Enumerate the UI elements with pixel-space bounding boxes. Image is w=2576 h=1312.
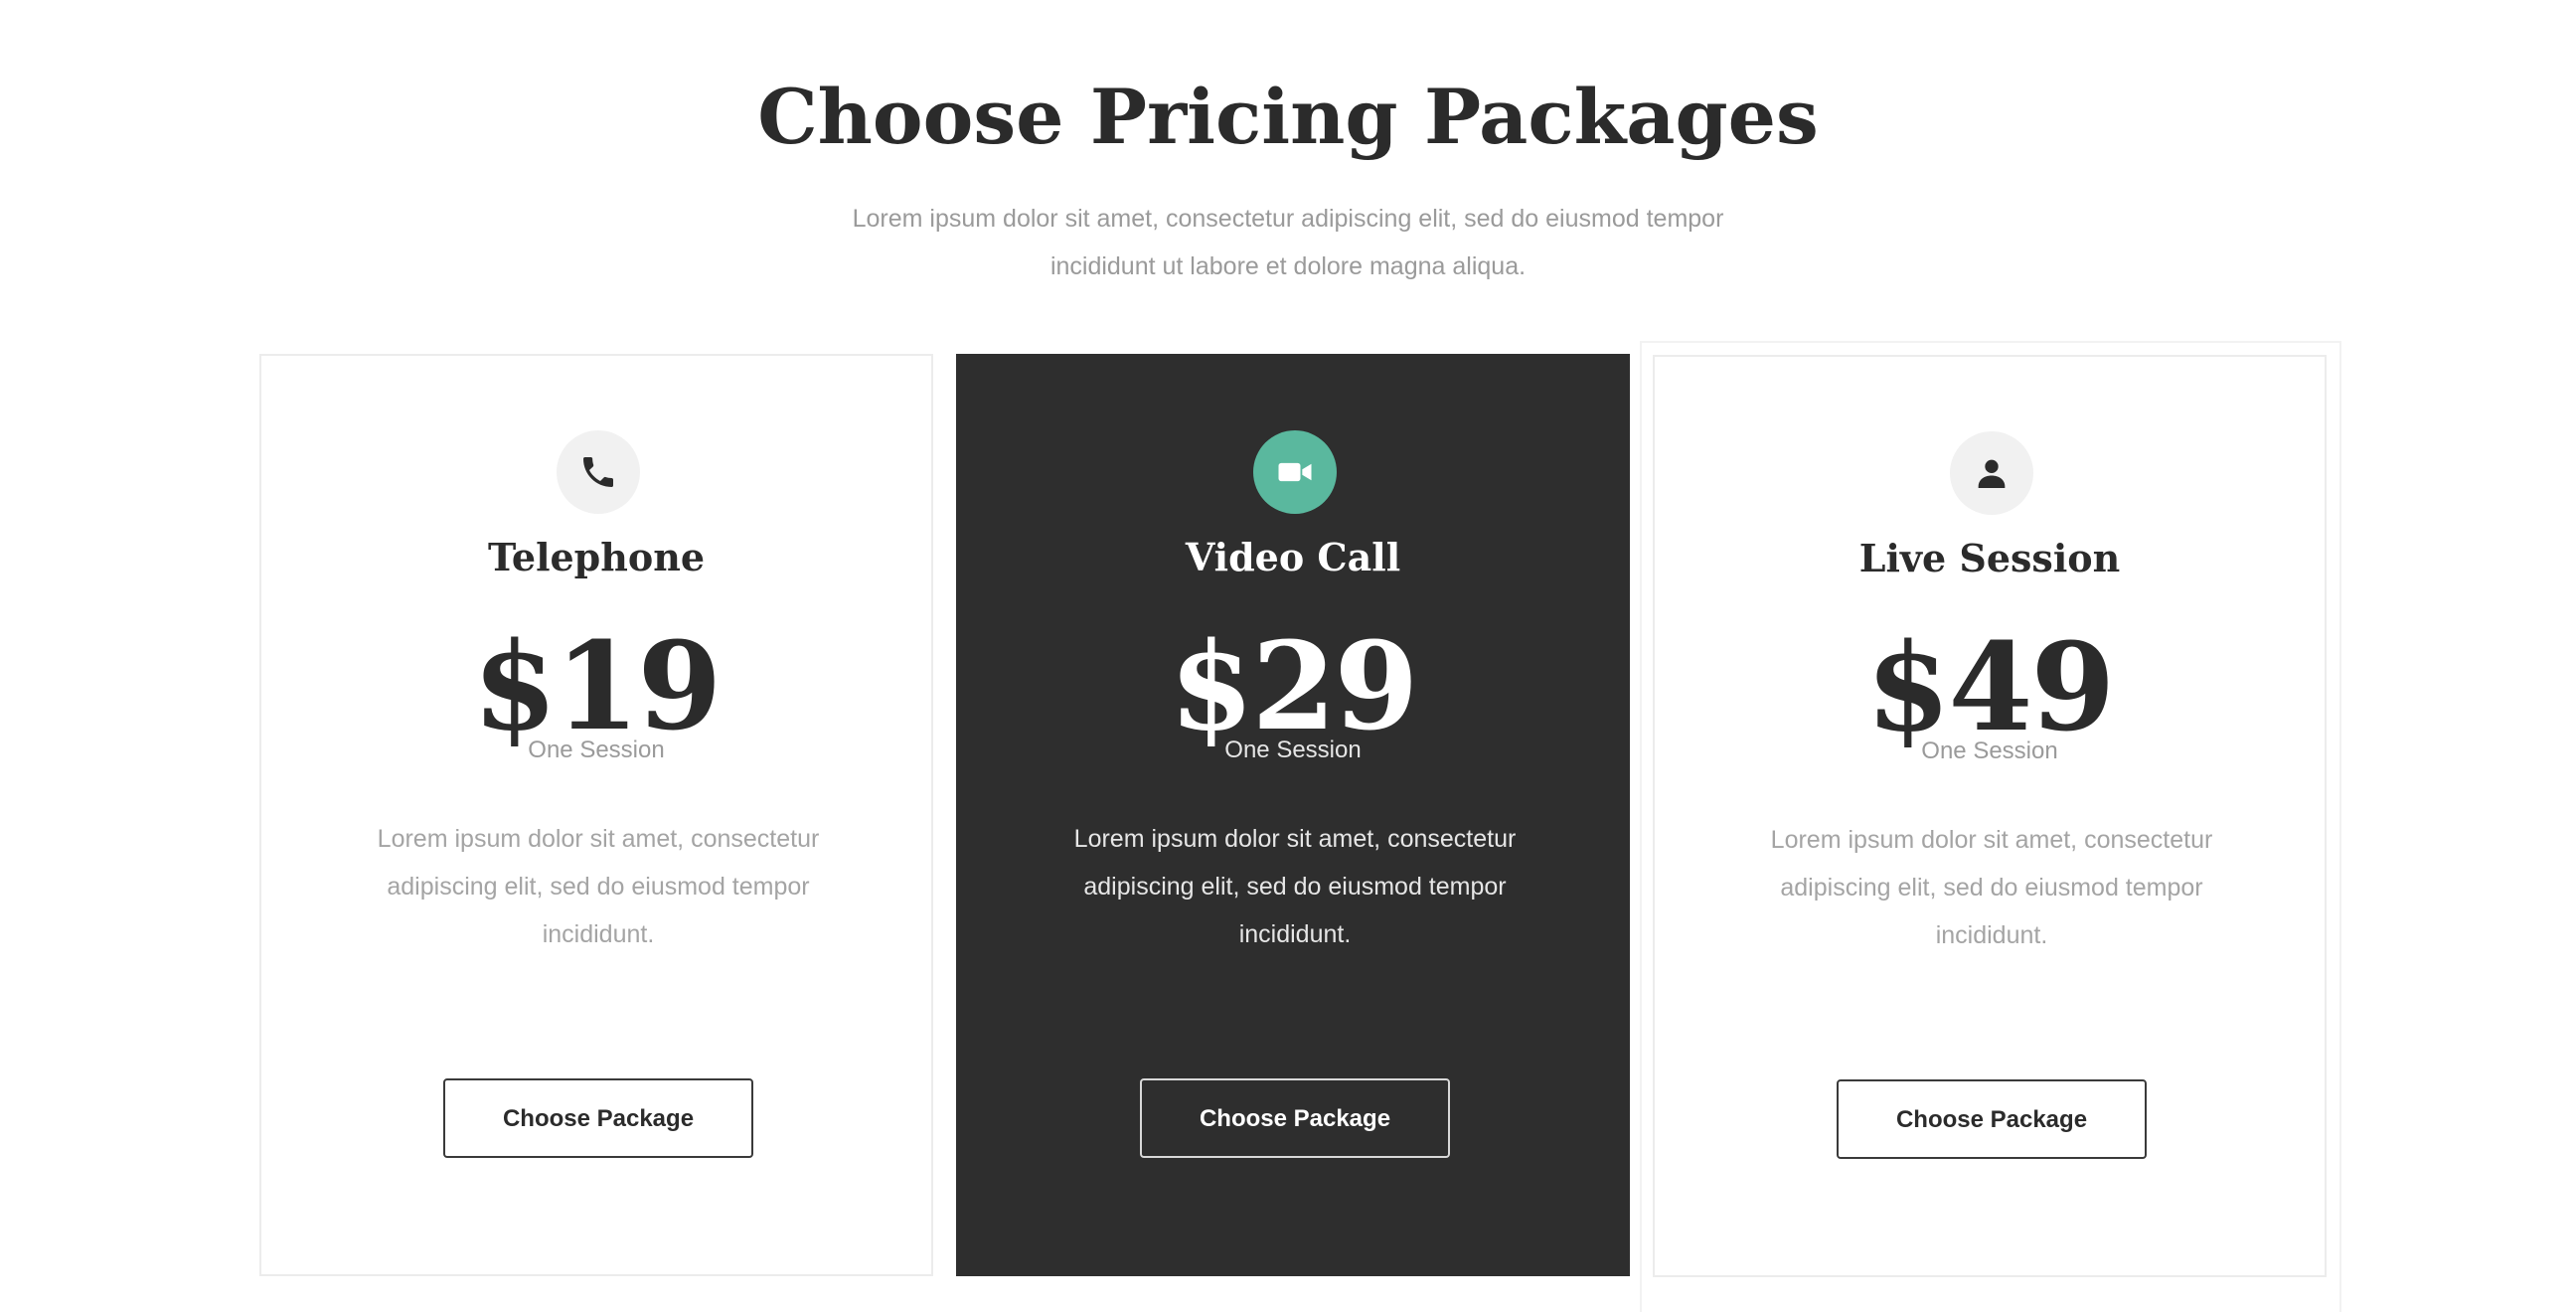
- choose-package-button-telephone[interactable]: Choose Package: [443, 1078, 753, 1158]
- package-name: Video Call: [1185, 535, 1401, 579]
- phone-icon: [557, 430, 640, 514]
- user-icon: [1950, 431, 2033, 515]
- package-price: $49: [1865, 615, 2116, 758]
- package-period: One Session: [1224, 737, 1362, 763]
- choose-package-button-live-session[interactable]: Choose Package: [1837, 1079, 2147, 1159]
- choose-package-button-video-call[interactable]: Choose Package: [1140, 1078, 1450, 1158]
- package-period: One Session: [528, 737, 665, 763]
- package-name: Live Session: [1858, 536, 2121, 580]
- page-subtitle: Lorem ipsum dolor sit amet, consectetur …: [791, 195, 1785, 290]
- package-period: One Session: [1921, 738, 2058, 764]
- package-name: Telephone: [487, 535, 706, 579]
- page-subtitle-line-1: Lorem ipsum dolor sit amet, consectetur …: [852, 205, 1724, 233]
- package-description: Lorem ipsum dolor sit amet, consectetur …: [377, 825, 820, 948]
- package-price: $19: [472, 614, 723, 757]
- package-description: Lorem ipsum dolor sit amet, consectetur …: [1770, 826, 2213, 949]
- package-price: $29: [1169, 614, 1419, 757]
- pricing-card-video-call: Video Call $29 One Session Lorem ipsum d…: [956, 354, 1630, 1276]
- pricing-card-live-session: Live Session $49 One Session Lorem ipsum…: [1653, 355, 2327, 1277]
- video-camera-icon: [1253, 430, 1337, 514]
- pricing-card-telephone: Telephone $19 One Session Lorem ipsum do…: [259, 354, 933, 1276]
- page-title: Choose Pricing Packages: [757, 73, 1819, 161]
- package-description: Lorem ipsum dolor sit amet, consectetur …: [1073, 825, 1517, 948]
- page-subtitle-line-2: incididunt ut labore et dolore magna ali…: [1049, 252, 1527, 280]
